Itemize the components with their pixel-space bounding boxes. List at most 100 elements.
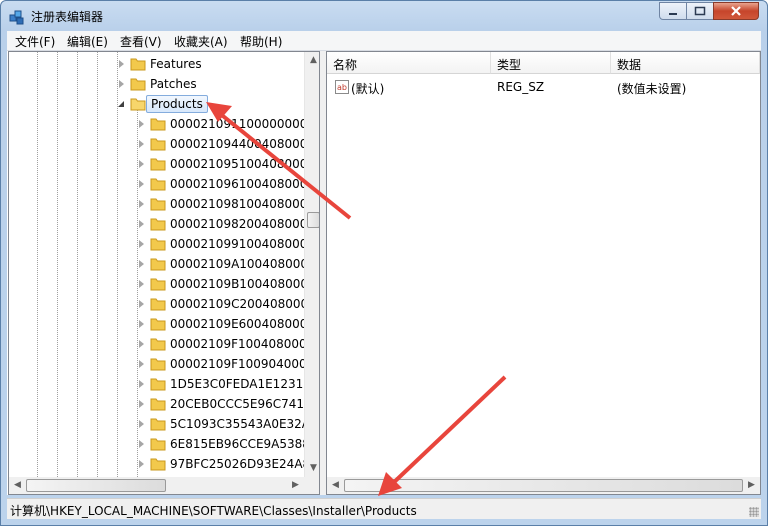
expand-icon[interactable] [139, 400, 144, 408]
folder-icon [150, 278, 166, 291]
expand-icon[interactable] [139, 180, 144, 188]
expand-icon[interactable] [139, 280, 144, 288]
folder-icon [150, 418, 166, 431]
folder-icon [150, 298, 166, 311]
minimize-button[interactable] [659, 2, 687, 20]
scroll-left-icon[interactable]: ◀ [327, 477, 344, 494]
values-horizontal-scrollbar[interactable]: ◀ ▶ [327, 477, 760, 494]
tree-node-product-key[interactable]: 00002109F10090400000 [9, 354, 319, 374]
tree-node-product-key[interactable]: 00002109440040800000 [9, 134, 319, 154]
expand-icon[interactable] [139, 300, 144, 308]
tree-node-product-key[interactable]: 00002109820040800000 [9, 214, 319, 234]
expand-icon[interactable] [139, 460, 144, 468]
tree-node-label: 00002109440040800000 [170, 137, 320, 151]
tree-node-label: 00002109910040800000 [170, 237, 320, 251]
expand-icon[interactable] [139, 220, 144, 228]
maximize-button[interactable] [686, 2, 714, 20]
tree-node-products[interactable]: Products [9, 94, 304, 114]
tree-node-product-key[interactable]: 00002109910040800000 [9, 234, 319, 254]
close-icon [731, 6, 741, 16]
column-header-name[interactable]: 名称 [327, 52, 491, 74]
svg-text:ab: ab [337, 83, 347, 92]
expand-icon[interactable] [139, 140, 144, 148]
close-button[interactable] [713, 2, 759, 20]
expand-icon[interactable] [139, 160, 144, 168]
tree-node-features[interactable]: Features [9, 54, 304, 74]
folder-icon [150, 138, 166, 151]
folder-icon [150, 318, 166, 331]
scroll-thumb[interactable] [344, 479, 743, 492]
expand-icon[interactable] [119, 60, 124, 68]
collapse-icon[interactable] [117, 100, 125, 108]
value-data: (数值未设置) [617, 82, 687, 96]
expand-icon[interactable] [139, 120, 144, 128]
column-header-type[interactable]: 类型 [491, 52, 611, 74]
tree-node-product-key[interactable]: 00002109C20040800000 [9, 294, 319, 314]
resize-grip-icon[interactable] [749, 507, 759, 517]
tree-node-label: 00002109B10040800000 [170, 277, 320, 291]
status-path: 计算机\HKEY_LOCAL_MACHINE\SOFTWARE\Classes\… [10, 504, 417, 518]
menu-view[interactable]: 查看(V) [120, 33, 162, 50]
expand-icon[interactable] [139, 320, 144, 328]
tree-node-label: 97BFC25026D93E24A8 [170, 457, 311, 471]
tree-node-product-key[interactable]: 6E815EB96CCE9A5388 [9, 434, 310, 454]
folder-icon [150, 438, 166, 451]
tree-node-product-key[interactable]: 00002109B10040800000 [9, 274, 319, 294]
expand-icon[interactable] [139, 340, 144, 348]
values-pane[interactable]: 名称 类型 数据 ab (默认) REG_SZ (数值未设置) ◀ ▶ [326, 51, 761, 495]
scroll-up-icon[interactable]: ▲ [305, 52, 319, 69]
tree-node-product-key[interactable]: 5C1093C35543A0E32A [9, 414, 310, 434]
expand-icon[interactable] [139, 360, 144, 368]
expand-icon[interactable] [139, 420, 144, 428]
tree-vertical-scrollbar[interactable]: ▲ ▼ [304, 52, 319, 477]
title-bar[interactable]: 注册表编辑器 [1, 1, 767, 31]
main-content: Features Patches Products 00002109110000… [7, 51, 761, 495]
expand-icon[interactable] [139, 380, 144, 388]
expand-icon[interactable] [139, 240, 144, 248]
tree-horizontal-scrollbar[interactable]: ◀ ▶ [9, 477, 319, 494]
tree-node-product-key[interactable]: 97BFC25026D93E24A8 [9, 454, 310, 474]
window-title: 注册表编辑器 [31, 10, 104, 24]
tree-node-label-selected: Products [146, 95, 208, 113]
tree-node-label: 00002109F10040800000 [170, 337, 320, 351]
menu-file[interactable]: 文件(F) [15, 33, 55, 50]
tree-node-patches[interactable]: Patches [9, 74, 304, 94]
tree-node-label: 00002109A10040800000 [170, 257, 320, 271]
tree-node-product-key[interactable]: 00002109A10040800000 [9, 254, 319, 274]
tree-node-product-key[interactable]: 00002109E60040800000 [9, 314, 319, 334]
scroll-right-icon[interactable]: ▶ [287, 477, 304, 494]
tree-node-product-key[interactable]: 00002109F10040800000 [9, 334, 319, 354]
folder-icon [150, 378, 166, 391]
expand-icon[interactable] [139, 440, 144, 448]
menu-favorites[interactable]: 收藏夹(A) [174, 33, 228, 50]
tree-node-product-key[interactable]: 20CEB0CCC5E96C7419 [9, 394, 312, 414]
folder-icon [150, 158, 166, 171]
expand-icon[interactable] [139, 260, 144, 268]
column-header-data[interactable]: 数据 [611, 52, 760, 74]
tree-node-product-key[interactable]: 1D5E3C0FEDA1E12318 [9, 374, 311, 394]
key-tree-pane[interactable]: Features Patches Products 00002109110000… [8, 51, 320, 495]
tree-node-label: Patches [150, 77, 197, 91]
folder-icon [150, 458, 166, 471]
tree-node-product-key[interactable]: 00002109810040800000 [9, 194, 319, 214]
status-bar: 计算机\HKEY_LOCAL_MACHINE\SOFTWARE\Classes\… [7, 498, 761, 519]
expand-icon[interactable] [119, 80, 124, 88]
tree-node-product-key[interactable]: 00002109110000000000 [9, 114, 319, 134]
tree-node-label: Features [150, 57, 202, 71]
scroll-down-icon[interactable]: ▼ [305, 460, 319, 477]
menu-help[interactable]: 帮助(H) [240, 33, 282, 50]
tree-node-label: 00002109F10090400000 [170, 357, 320, 371]
expand-icon[interactable] [139, 200, 144, 208]
tree-node-product-key[interactable]: 00002109510040800000 [9, 154, 319, 174]
tree-node-label: 00002109510040800000 [170, 157, 320, 171]
scroll-thumb[interactable] [26, 479, 166, 492]
folder-icon [150, 358, 166, 371]
tree-node-label: 00002109C20040800000 [170, 297, 320, 311]
tree-node-product-key[interactable]: 00002109610040800000 [9, 174, 319, 194]
column-header-label: 类型 [497, 58, 522, 72]
scroll-right-icon[interactable]: ▶ [743, 477, 760, 494]
scroll-thumb[interactable] [307, 212, 319, 228]
folder-icon [150, 398, 166, 411]
menu-edit[interactable]: 编辑(E) [67, 33, 108, 50]
scroll-left-icon[interactable]: ◀ [9, 477, 26, 494]
